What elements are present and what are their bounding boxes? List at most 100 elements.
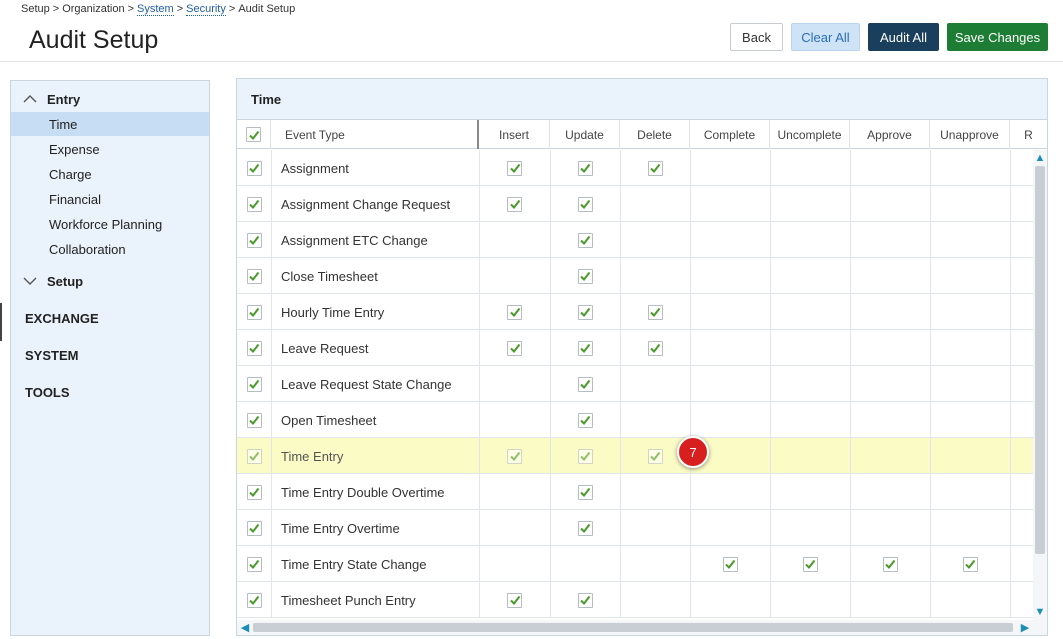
insert-cell[interactable]	[479, 402, 550, 438]
delete-checkbox[interactable]	[647, 304, 663, 320]
uncomplete-cell[interactable]	[770, 546, 850, 582]
column-header-update[interactable]: Update	[550, 120, 620, 149]
unapprove-cell[interactable]	[930, 186, 1010, 222]
complete-cell[interactable]	[690, 330, 770, 366]
column-header-insert[interactable]: Insert	[479, 120, 550, 149]
approve-cell[interactable]	[850, 546, 930, 582]
unapprove-cell[interactable]	[930, 222, 1010, 258]
sidebar-item-system[interactable]: SYSTEM	[25, 348, 78, 363]
delete-cell[interactable]	[620, 186, 690, 222]
table-row[interactable]: Time Entry Double Overtime	[237, 474, 1033, 510]
approve-cell[interactable]	[850, 294, 930, 330]
insert-cell[interactable]	[479, 366, 550, 402]
update-cell[interactable]	[550, 186, 620, 222]
sidebar-group-entry[interactable]: Entry	[11, 87, 209, 111]
update-checkbox[interactable]	[577, 448, 593, 464]
unapprove-cell[interactable]	[930, 366, 1010, 402]
uncomplete-cell[interactable]	[770, 438, 850, 474]
insert-cell[interactable]	[479, 186, 550, 222]
complete-cell[interactable]	[690, 474, 770, 510]
delete-checkbox[interactable]	[647, 340, 663, 356]
clear-all-button[interactable]: Clear All	[791, 23, 860, 51]
update-checkbox[interactable]	[577, 232, 593, 248]
uncomplete-checkbox[interactable]	[802, 556, 818, 572]
vertical-scrollbar[interactable]: ▲ ▼	[1033, 150, 1047, 620]
back-button[interactable]: Back	[730, 23, 783, 51]
unapprove-cell[interactable]	[930, 582, 1010, 618]
complete-cell[interactable]	[690, 546, 770, 582]
breadcrumb-security-link[interactable]: Security	[186, 3, 226, 16]
delete-cell[interactable]	[620, 546, 690, 582]
unapprove-cell[interactable]	[930, 546, 1010, 582]
update-cell[interactable]	[550, 438, 620, 474]
update-cell[interactable]	[550, 366, 620, 402]
complete-cell[interactable]	[690, 150, 770, 186]
insert-checkbox[interactable]	[507, 592, 522, 608]
unapprove-cell[interactable]	[930, 438, 1010, 474]
table-row[interactable]: Time Entry	[237, 438, 1033, 474]
complete-cell[interactable]	[690, 366, 770, 402]
column-header-approve[interactable]: Approve	[850, 120, 930, 149]
update-checkbox[interactable]	[577, 592, 593, 608]
update-cell[interactable]	[550, 402, 620, 438]
update-checkbox[interactable]	[577, 304, 593, 320]
insert-cell[interactable]	[479, 438, 550, 474]
delete-cell[interactable]	[620, 402, 690, 438]
update-checkbox[interactable]	[577, 484, 593, 500]
complete-cell[interactable]	[690, 402, 770, 438]
approve-cell[interactable]	[850, 150, 930, 186]
insert-cell[interactable]	[479, 330, 550, 366]
update-cell[interactable]	[550, 258, 620, 294]
table-row[interactable]: Leave Request	[237, 330, 1033, 366]
breadcrumb-organization[interactable]: Organization	[62, 3, 124, 15]
approve-cell[interactable]	[850, 510, 930, 546]
select-all-checkbox[interactable]	[246, 127, 261, 142]
row-select-checkbox[interactable]	[246, 520, 262, 536]
delete-checkbox[interactable]	[647, 448, 663, 464]
uncomplete-cell[interactable]	[770, 582, 850, 618]
row-select-checkbox[interactable]	[246, 268, 262, 284]
row-select-checkbox[interactable]	[246, 592, 262, 608]
complete-cell[interactable]	[690, 222, 770, 258]
complete-cell[interactable]	[690, 294, 770, 330]
insert-cell[interactable]	[479, 222, 550, 258]
approve-cell[interactable]	[850, 474, 930, 510]
table-row[interactable]: Open Timesheet	[237, 402, 1033, 438]
sidebar-item-tools[interactable]: TOOLS	[25, 385, 70, 400]
uncomplete-cell[interactable]	[770, 402, 850, 438]
unapprove-cell[interactable]	[930, 294, 1010, 330]
uncomplete-cell[interactable]	[770, 330, 850, 366]
insert-checkbox[interactable]	[507, 304, 522, 320]
delete-cell[interactable]	[620, 366, 690, 402]
row-select-checkbox[interactable]	[246, 556, 262, 572]
row-select-checkbox[interactable]	[246, 484, 262, 500]
update-checkbox[interactable]	[577, 196, 593, 212]
approve-cell[interactable]	[850, 366, 930, 402]
update-checkbox[interactable]	[577, 268, 593, 284]
table-row[interactable]: Time Entry State Change	[237, 546, 1033, 582]
table-row[interactable]: Assignment ETC Change	[237, 222, 1033, 258]
sidebar-item-time[interactable]: Time	[11, 112, 209, 136]
scroll-up-icon[interactable]: ▲	[1034, 152, 1046, 164]
update-cell[interactable]	[550, 546, 620, 582]
update-cell[interactable]	[550, 330, 620, 366]
approve-cell[interactable]	[850, 402, 930, 438]
sidebar-item-financial[interactable]: Financial	[11, 187, 209, 211]
approve-cell[interactable]	[850, 330, 930, 366]
complete-checkbox[interactable]	[722, 556, 738, 572]
unapprove-checkbox[interactable]	[962, 556, 978, 572]
insert-checkbox[interactable]	[507, 340, 522, 356]
insert-cell[interactable]	[479, 294, 550, 330]
table-row[interactable]: Hourly Time Entry	[237, 294, 1033, 330]
delete-cell[interactable]	[620, 150, 690, 186]
insert-checkbox[interactable]	[507, 160, 522, 176]
table-row[interactable]: Timesheet Punch Entry	[237, 582, 1033, 618]
vertical-scroll-thumb[interactable]	[1035, 166, 1045, 554]
approve-cell[interactable]	[850, 582, 930, 618]
sidebar-item-expense[interactable]: Expense	[11, 137, 209, 161]
update-cell[interactable]	[550, 582, 620, 618]
update-cell[interactable]	[550, 294, 620, 330]
sidebar-item-workforce-planning[interactable]: Workforce Planning	[11, 212, 209, 236]
audit-all-button[interactable]: Audit All	[868, 23, 939, 51]
delete-cell[interactable]	[620, 510, 690, 546]
